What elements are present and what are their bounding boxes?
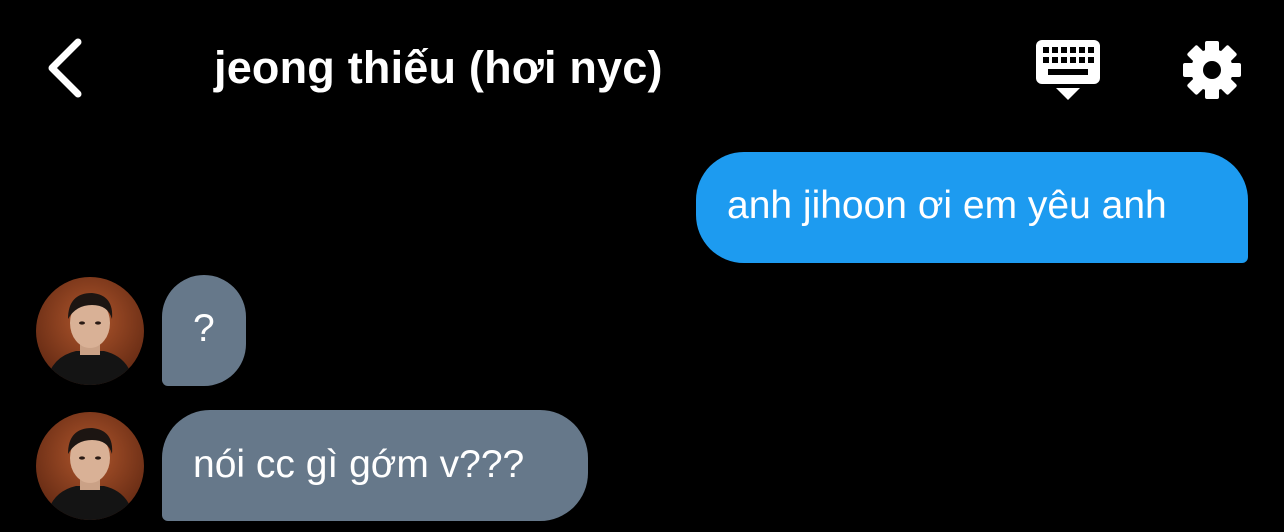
conversation-title: jeong thiếu (hơi nyc) xyxy=(214,42,663,93)
conversation-header: jeong thiếu (hơi nyc) xyxy=(0,0,1284,130)
avatar[interactable] xyxy=(36,277,144,385)
back-button[interactable] xyxy=(40,34,92,102)
message-bubble-sent[interactable]: anh jihoon ơi em yêu anh xyxy=(696,152,1248,263)
keyboard-icon xyxy=(1036,40,1100,100)
keyboard-button[interactable] xyxy=(1034,38,1102,102)
chevron-left-icon xyxy=(48,38,82,98)
message-bubble-received[interactable]: nói cc gì gớm v??? xyxy=(162,410,588,521)
message-text: anh jihoon ơi em yêu anh xyxy=(727,184,1167,227)
gear-icon xyxy=(1183,41,1241,99)
message-bubble-received[interactable]: ? xyxy=(162,275,246,386)
message-text: nói cc gì gớm v??? xyxy=(193,443,525,486)
settings-button[interactable] xyxy=(1180,40,1244,100)
avatar[interactable] xyxy=(36,412,144,520)
message-text: ? xyxy=(193,307,215,350)
